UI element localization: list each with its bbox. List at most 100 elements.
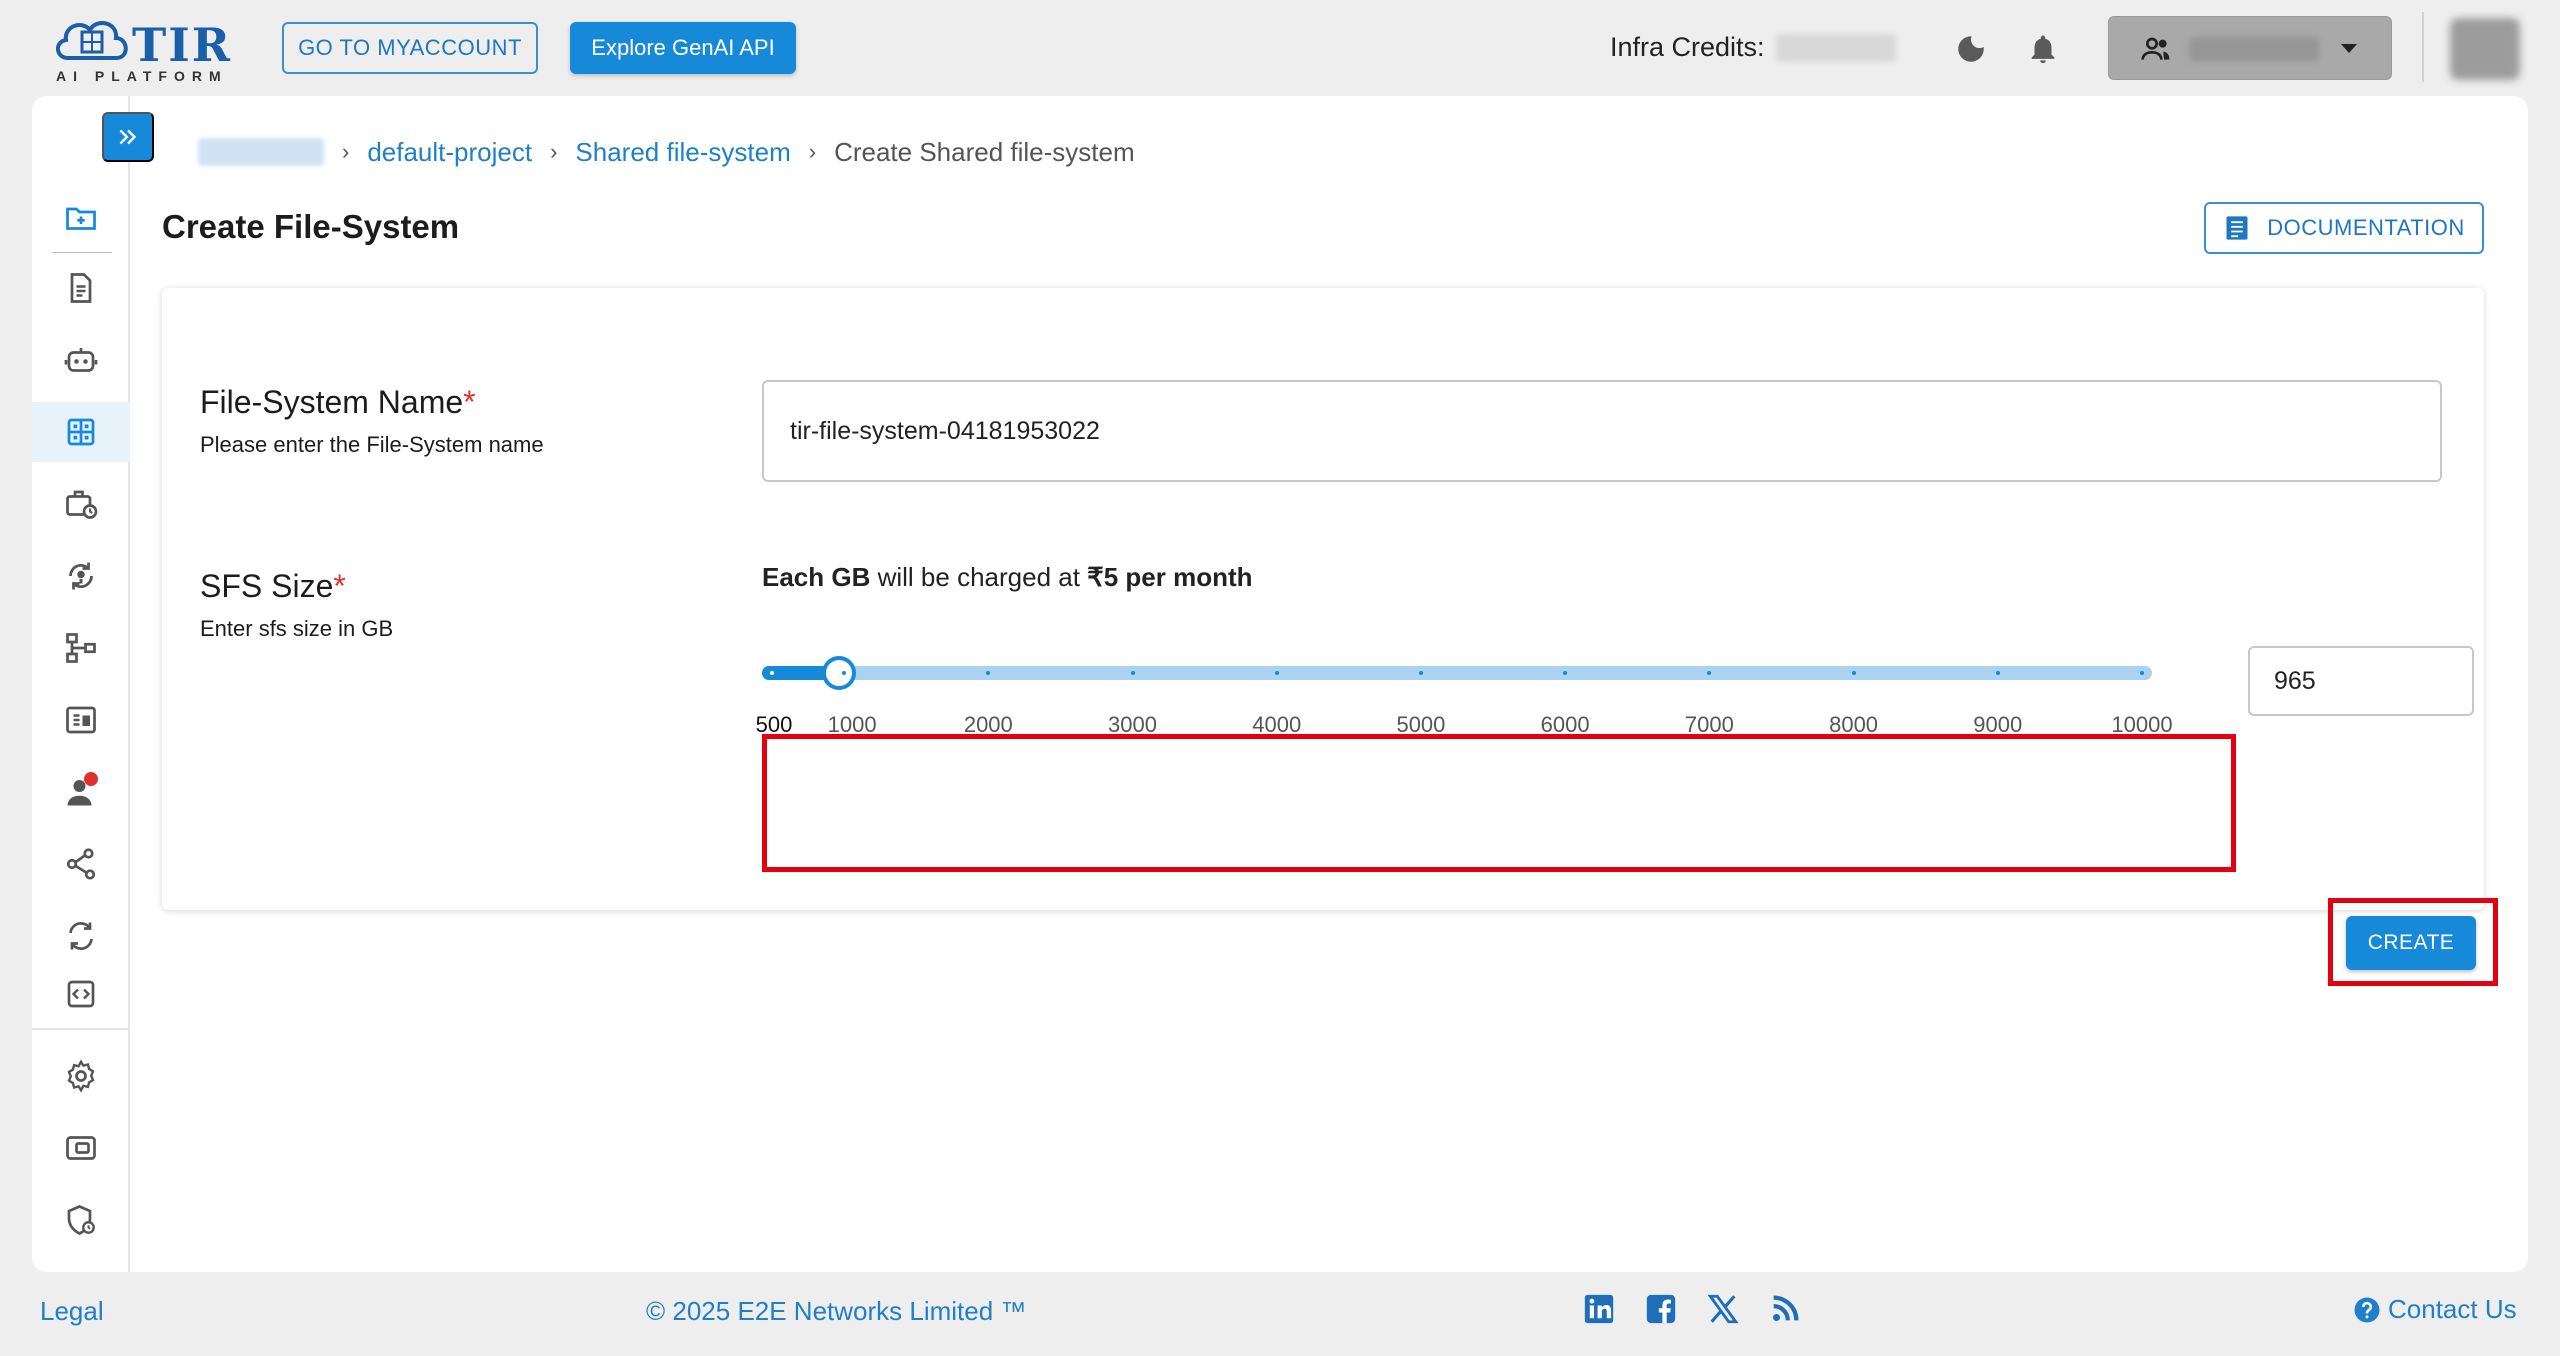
slider-tick-dot — [1851, 671, 1856, 675]
documentation-button[interactable]: DOCUMENTATION — [2204, 202, 2484, 254]
sidebar-item-documents[interactable] — [32, 258, 130, 318]
sidebar — [32, 96, 130, 1272]
slider-mark-label[interactable]: 500 — [756, 712, 793, 738]
rss-icon[interactable] — [1768, 1292, 1802, 1326]
documentation-label: DOCUMENTATION — [2267, 215, 2465, 240]
facebook-icon[interactable] — [1644, 1292, 1678, 1326]
settings-icon — [67, 1059, 95, 1093]
sidebar-item-agents[interactable] — [32, 330, 130, 390]
sidebar-item-dashboard[interactable] — [32, 690, 130, 750]
create-button[interactable]: CREATE — [2346, 916, 2476, 970]
sync-icon — [69, 922, 93, 950]
slider-mark-label[interactable]: 8000 — [1829, 712, 1878, 738]
slider-mark-label[interactable]: 2000 — [964, 712, 1013, 738]
contact-us-link[interactable]: Contact Us — [2352, 1294, 2517, 1325]
logo-name: TIR — [132, 18, 232, 72]
fs-name-help: Please enter the File-System name — [200, 432, 544, 457]
sidebar-item-users[interactable] — [32, 762, 130, 822]
share-nodes-icon — [66, 848, 96, 880]
go-to-myaccount-button[interactable]: GO TO MYACCOUNT — [282, 22, 538, 74]
sidebar-divider — [52, 252, 112, 253]
folder-plus-icon — [66, 207, 96, 230]
help-circle-icon — [2354, 1297, 2380, 1322]
slider-mark-label[interactable]: 4000 — [1252, 712, 1301, 738]
x-icon[interactable] — [1706, 1292, 1740, 1326]
infra-credits-label: Infra Credits: — [1610, 32, 1765, 62]
sidebar-item-inference[interactable] — [32, 546, 130, 606]
slider-mark-label[interactable]: 9000 — [1973, 712, 2022, 738]
page-title: Create File-System — [162, 208, 460, 245]
sfs-size-help: Enter sfs size in GB — [200, 616, 394, 641]
notification-dot — [84, 772, 98, 786]
linkedin-icon[interactable] — [1582, 1292, 1616, 1326]
legal-link[interactable]: Legal — [40, 1296, 104, 1327]
wallet-icon — [66, 1136, 96, 1160]
sidebar-item-security[interactable] — [32, 1190, 130, 1250]
bell-icon[interactable] — [2026, 32, 2060, 66]
moon-icon[interactable] — [1954, 32, 1988, 66]
slider-tick-dot — [2140, 671, 2144, 675]
sfs-size-label: SFS Size* — [200, 568, 346, 604]
code-box-icon — [67, 980, 95, 1008]
explore-genai-api-button[interactable]: Explore GenAI API — [570, 22, 796, 74]
slider-track[interactable] — [762, 666, 2152, 680]
briefcase-clock-icon — [66, 490, 98, 519]
rotate-bulb-icon — [69, 562, 93, 590]
tir-logo[interactable]: TIR AI PLATFORM — [52, 12, 242, 88]
slider-mark-label[interactable]: 5000 — [1396, 712, 1445, 738]
dashboard-icon — [66, 706, 96, 734]
caret-down-icon — [2341, 44, 2357, 53]
user-menu-dropdown[interactable] — [2108, 16, 2392, 80]
slider-mark-label[interactable]: 10000 — [2111, 712, 2172, 738]
sidebar-item-billing[interactable] — [32, 1118, 130, 1178]
contact-us-label: Contact Us — [2388, 1294, 2517, 1324]
users-icon — [2141, 37, 2170, 60]
sfs-size-input[interactable] — [2248, 646, 2474, 716]
create-fs-form: File-System Name* Please enter the File-… — [162, 288, 2484, 970]
main-content-card: › default-project › Shared file-system ›… — [32, 96, 2528, 1272]
slider-thumb[interactable] — [822, 656, 857, 690]
pipeline-icon — [66, 633, 96, 663]
breadcrumb-root-redacted[interactable] — [198, 138, 324, 166]
slider-mark-label[interactable]: 6000 — [1541, 712, 1590, 738]
robot-icon — [64, 348, 98, 372]
sidebar-divider — [32, 1028, 130, 1030]
grid-icon — [67, 418, 95, 446]
fs-name-input[interactable] — [762, 380, 2442, 482]
sidebar-item-code[interactable] — [32, 968, 130, 1008]
slider-tick-dot — [1274, 671, 1279, 675]
slider-tick-dot — [1130, 671, 1135, 675]
shield-icon — [67, 1205, 95, 1236]
slider-tick-dot — [1995, 671, 2000, 675]
expand-sidebar-button[interactable] — [102, 112, 154, 162]
breadcrumb-project-link[interactable]: default-project — [367, 137, 532, 168]
charge-note: Each GB will be charged at ₹5 per month — [762, 562, 1253, 592]
breadcrumb-separator: › — [342, 139, 350, 164]
user-name-redacted — [2189, 37, 2319, 61]
slider-mark-label[interactable]: 1000 — [828, 712, 877, 738]
slider-mark-label[interactable]: 3000 — [1108, 712, 1157, 738]
sidebar-item-sync[interactable] — [32, 906, 130, 966]
top-bar: TIR AI PLATFORM GO TO MYACCOUNT Explore … — [0, 0, 2560, 96]
slider-tick-dot — [770, 671, 774, 675]
slider-mark-label[interactable]: 7000 — [1685, 712, 1734, 738]
header-divider — [2422, 12, 2424, 82]
copyright-text: © 2025 E2E Networks Limited ™ — [646, 1296, 1027, 1326]
sidebar-item-settings[interactable] — [32, 1046, 130, 1106]
document-list-icon — [2226, 216, 2248, 240]
sidebar-item-folder[interactable] — [32, 188, 130, 248]
sfs-size-slider[interactable]: 500 1000 2000 3000 4000 5000 6000 7000 8000 9000 1… — [756, 628, 2182, 738]
infra-credits-value-redacted — [1776, 34, 1896, 62]
double-chevron-right-icon — [119, 129, 137, 145]
sidebar-item-storage[interactable] — [32, 402, 130, 462]
sidebar-item-pipelines[interactable] — [32, 618, 130, 678]
cloud-logo-icon — [56, 21, 128, 60]
fs-name-label: File-System Name* — [200, 384, 476, 420]
breadcrumb-shared-fs-link[interactable]: Shared file-system — [575, 137, 790, 168]
avatar[interactable] — [2450, 18, 2520, 80]
logo-subtitle: AI PLATFORM — [56, 68, 228, 84]
sidebar-item-integrations[interactable] — [32, 834, 130, 894]
breadcrumb-current: Create Shared file-system — [834, 136, 1135, 167]
breadcrumb-separator: › — [808, 139, 817, 164]
sidebar-item-scheduled-jobs[interactable] — [32, 474, 130, 534]
